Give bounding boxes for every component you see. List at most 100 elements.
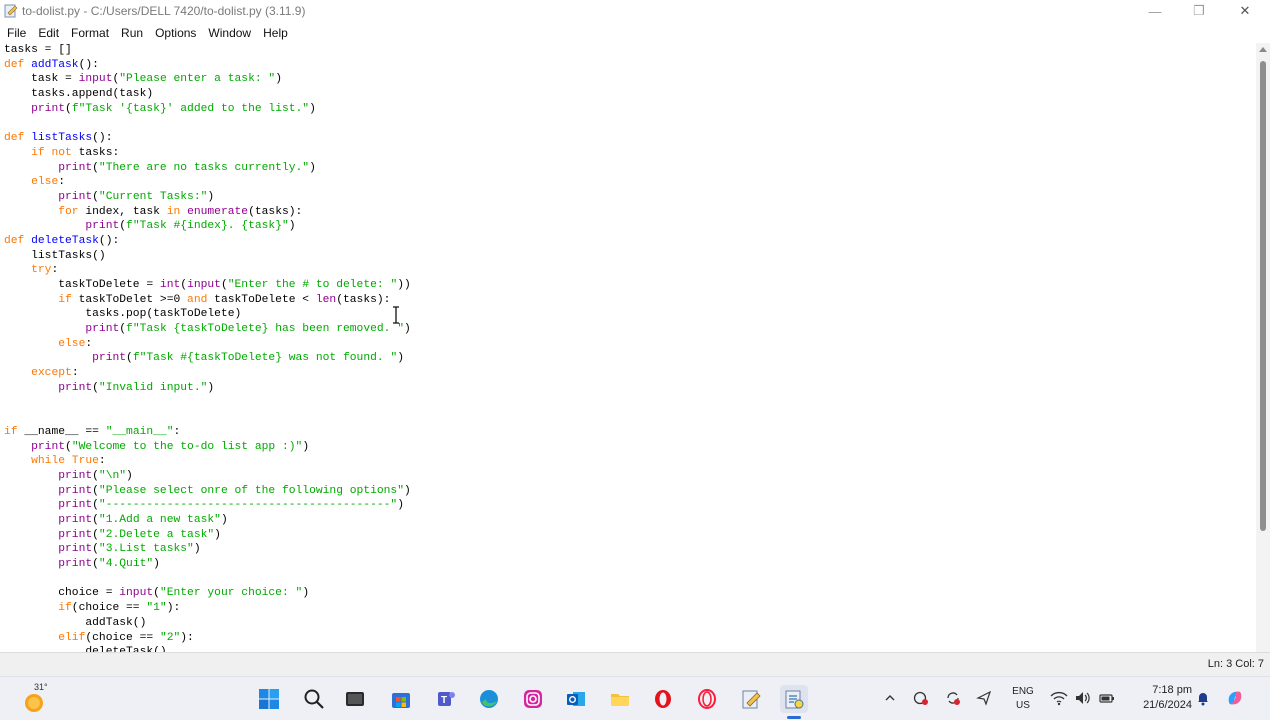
- code-line[interactable]: print("Current Tasks:"): [4, 190, 411, 205]
- code-token: try: [31, 264, 52, 277]
- input-language[interactable]: ENG US: [1010, 685, 1036, 713]
- code-line[interactable]: elif(choice == "2"):: [4, 631, 411, 646]
- code-line[interactable]: [4, 410, 411, 425]
- menu-options[interactable]: Options: [149, 26, 202, 40]
- code-line[interactable]: print("4.Quit"): [4, 557, 411, 572]
- wifi-icon[interactable]: [1050, 689, 1068, 707]
- opera-icon[interactable]: [649, 685, 677, 713]
- code-line[interactable]: print("1.Add a new task"): [4, 513, 411, 528]
- menu-file[interactable]: File: [0, 26, 32, 40]
- code-token: index, task: [85, 205, 167, 218]
- code-token: "Please enter a task: ": [119, 73, 276, 86]
- code-token: :: [85, 337, 93, 350]
- code-text[interactable]: tasks = [] def addTask(): task = input("P…: [4, 43, 411, 652]
- maximize-button[interactable]: ❐: [1176, 0, 1222, 22]
- code-line[interactable]: print("---------------------------------…: [4, 498, 411, 513]
- teams-icon[interactable]: T: [432, 685, 460, 713]
- instagram-icon[interactable]: [519, 685, 547, 713]
- code-token: :: [98, 455, 106, 468]
- code-token: print: [85, 220, 120, 233]
- code-line[interactable]: print(f"Task {taskToDelete} has been rem…: [4, 322, 411, 337]
- menu-window[interactable]: Window: [202, 26, 257, 40]
- code-line[interactable]: if not tasks:: [4, 146, 411, 161]
- code-line[interactable]: print("\n"): [4, 469, 411, 484]
- code-line[interactable]: print("Please select onre of the followi…: [4, 484, 411, 499]
- code-line[interactable]: print("Invalid input."): [4, 381, 411, 396]
- vertical-scrollbar[interactable]: [1256, 43, 1270, 652]
- notification-bell-icon[interactable]: [1194, 689, 1212, 707]
- python-idle-icon[interactable]: [780, 685, 808, 713]
- code-line[interactable]: def addTask():: [4, 58, 411, 73]
- outlook-icon[interactable]: [562, 685, 590, 713]
- code-line[interactable]: choice = input("Enter your choice: "): [4, 586, 411, 601]
- code-line[interactable]: listTasks(): [4, 249, 411, 264]
- code-line[interactable]: print("Welcome to the to-do list app :)"…: [4, 440, 411, 455]
- code-line[interactable]: try:: [4, 263, 411, 278]
- code-token: f"Task '{task}' added to the list.": [71, 102, 310, 115]
- code-line[interactable]: print("2.Delete a task"): [4, 528, 411, 543]
- code-token: "Please select onre of the following opt…: [98, 484, 404, 497]
- code-line[interactable]: task = input("Please enter a task: "): [4, 72, 411, 87]
- code-line[interactable]: tasks.append(task): [4, 87, 411, 102]
- code-editor[interactable]: tasks = [] def addTask(): task = input("P…: [0, 43, 1256, 652]
- code-token: tasks.append(task): [4, 88, 154, 101]
- menu-format[interactable]: Format: [65, 26, 115, 40]
- code-line[interactable]: deleteTask(): [4, 645, 411, 652]
- minimize-button[interactable]: —: [1132, 0, 1178, 22]
- edge-icon[interactable]: [475, 685, 503, 713]
- code-line[interactable]: tasks.pop(taskToDelete): [4, 307, 411, 322]
- code-line[interactable]: if(choice == "1"):: [4, 601, 411, 616]
- code-token: deleteTask: [31, 234, 99, 247]
- code-line[interactable]: while True:: [4, 454, 411, 469]
- menu-run[interactable]: Run: [115, 26, 149, 40]
- code-line[interactable]: [4, 572, 411, 587]
- code-line[interactable]: print("There are no tasks currently."): [4, 161, 411, 176]
- code-line[interactable]: def listTasks():: [4, 131, 411, 146]
- location-icon[interactable]: [975, 689, 993, 707]
- code-token: (choice ==: [71, 602, 147, 615]
- idle-editor-icon[interactable]: [737, 685, 765, 713]
- code-line[interactable]: [4, 396, 411, 411]
- code-line[interactable]: print(f"Task '{task}' added to the list.…: [4, 102, 411, 117]
- code-line[interactable]: print(f"Task #{index}. {task}"): [4, 219, 411, 234]
- system-clock[interactable]: 7:18 pm 21/6/2024: [1128, 683, 1192, 713]
- code-token: (: [153, 587, 160, 600]
- code-token: (: [92, 514, 99, 526]
- code-token: (: [92, 381, 99, 394]
- scroll-up-arrow-icon[interactable]: [1259, 47, 1267, 52]
- code-line[interactable]: print("3.List tasks"): [4, 542, 411, 557]
- battery-icon[interactable]: [1098, 689, 1116, 707]
- code-line[interactable]: else:: [4, 337, 411, 352]
- copilot-icon[interactable]: [1226, 689, 1244, 707]
- network-monitor-icon[interactable]: [912, 689, 930, 707]
- code-line[interactable]: if __name__ == "__main__":: [4, 425, 411, 440]
- code-token: enumerate: [187, 205, 249, 218]
- scrollbar-thumb[interactable]: [1260, 61, 1266, 531]
- code-token: ): [288, 220, 296, 233]
- volume-icon[interactable]: [1074, 689, 1092, 707]
- code-line[interactable]: [4, 116, 411, 131]
- code-line[interactable]: if taskToDelet >=0 and taskToDelete < le…: [4, 293, 411, 308]
- sync-icon[interactable]: [944, 689, 962, 707]
- code-token: else: [31, 176, 59, 189]
- store-icon[interactable]: [387, 685, 415, 713]
- code-token: taskToDelete =: [4, 279, 160, 291]
- code-line[interactable]: print(f"Task #{taskToDelete} was not fou…: [4, 351, 411, 366]
- chevron-up-icon[interactable]: [881, 689, 899, 707]
- windows-start-icon[interactable]: [255, 685, 283, 713]
- code-line[interactable]: taskToDelete = int(input("Enter the # to…: [4, 278, 411, 293]
- task-view-icon[interactable]: [341, 685, 369, 713]
- code-line[interactable]: addTask(): [4, 616, 411, 631]
- file-explorer-icon[interactable]: [606, 685, 634, 713]
- menu-edit[interactable]: Edit: [32, 26, 65, 40]
- code-line[interactable]: tasks = []: [4, 43, 411, 58]
- opera-gx-icon[interactable]: [693, 685, 721, 713]
- code-line[interactable]: else:: [4, 175, 411, 190]
- search-icon[interactable]: [300, 685, 328, 713]
- close-button[interactable]: ✕: [1222, 0, 1268, 22]
- code-line[interactable]: for index, task in enumerate(tasks):: [4, 205, 411, 220]
- code-line[interactable]: def deleteTask():: [4, 234, 411, 249]
- menu-help[interactable]: Help: [257, 26, 294, 40]
- code-line[interactable]: except:: [4, 366, 411, 381]
